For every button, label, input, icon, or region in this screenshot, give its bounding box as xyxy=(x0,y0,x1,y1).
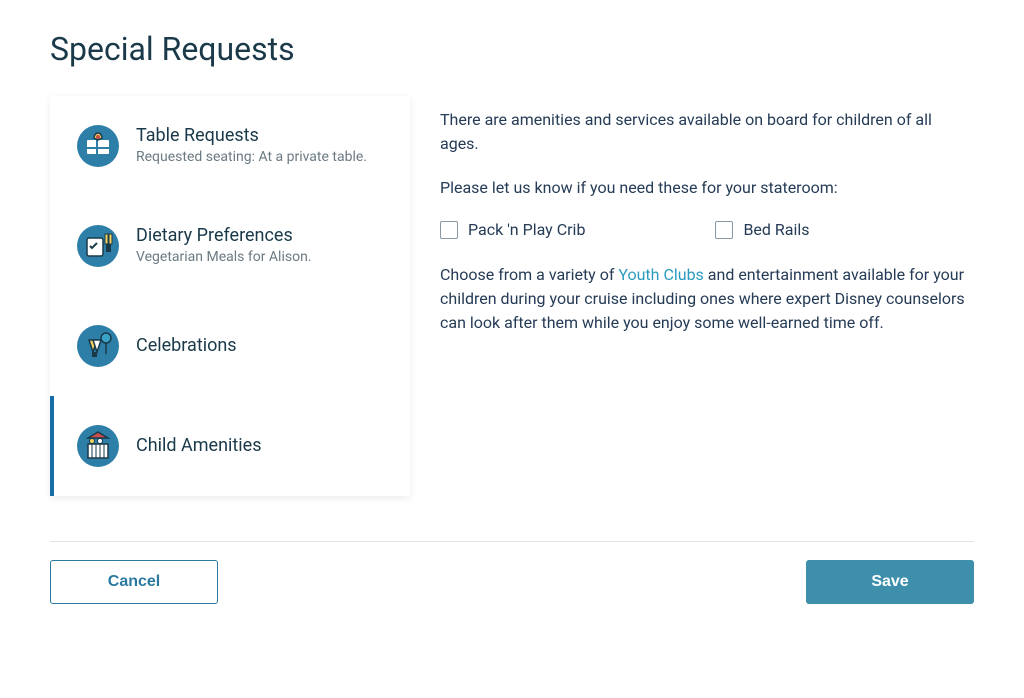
cancel-button[interactable]: Cancel xyxy=(50,560,218,604)
main-panel: There are amenities and services availab… xyxy=(440,96,974,496)
save-button[interactable]: Save xyxy=(806,560,974,604)
dietary-icon xyxy=(76,224,120,268)
child-amenities-icon xyxy=(76,424,120,468)
checkbox-box-icon xyxy=(440,221,458,239)
page-title: Special Requests xyxy=(50,30,974,68)
sidebar-item-title: Table Requests xyxy=(136,125,388,146)
intro-text-2: Please let us know if you need these for… xyxy=(440,176,974,200)
sidebar-item-title: Celebrations xyxy=(136,335,388,356)
checkbox-label: Bed Rails xyxy=(743,220,809,239)
youth-clubs-link[interactable]: Youth Clubs xyxy=(618,265,703,284)
checkbox-pack-n-play[interactable]: Pack 'n Play Crib xyxy=(440,220,585,239)
checkbox-bed-rails[interactable]: Bed Rails xyxy=(715,220,809,239)
closing-pre: Choose from a variety of xyxy=(440,265,618,284)
checkbox-box-icon xyxy=(715,221,733,239)
table-icon xyxy=(76,124,120,168)
sidebar: Table Requests Requested seating: At a p… xyxy=(50,96,410,496)
sidebar-item-title: Dietary Preferences xyxy=(136,225,388,246)
sidebar-item-table-requests[interactable]: Table Requests Requested seating: At a p… xyxy=(50,96,410,196)
closing-text: Choose from a variety of Youth Clubs and… xyxy=(440,263,974,335)
intro-text-1: There are amenities and services availab… xyxy=(440,108,974,156)
sidebar-item-celebrations[interactable]: Celebrations xyxy=(50,296,410,396)
checkbox-label: Pack 'n Play Crib xyxy=(468,220,585,239)
sidebar-item-subtitle: Vegetarian Meals for Alison. xyxy=(136,248,388,266)
sidebar-item-dietary-preferences[interactable]: Dietary Preferences Vegetarian Meals for… xyxy=(50,196,410,296)
footer-divider xyxy=(50,541,974,542)
celebrations-icon xyxy=(76,324,120,368)
sidebar-item-child-amenities[interactable]: Child Amenities xyxy=(50,396,410,496)
sidebar-item-subtitle: Requested seating: At a private table. xyxy=(136,148,388,166)
sidebar-item-title: Child Amenities xyxy=(136,435,388,456)
